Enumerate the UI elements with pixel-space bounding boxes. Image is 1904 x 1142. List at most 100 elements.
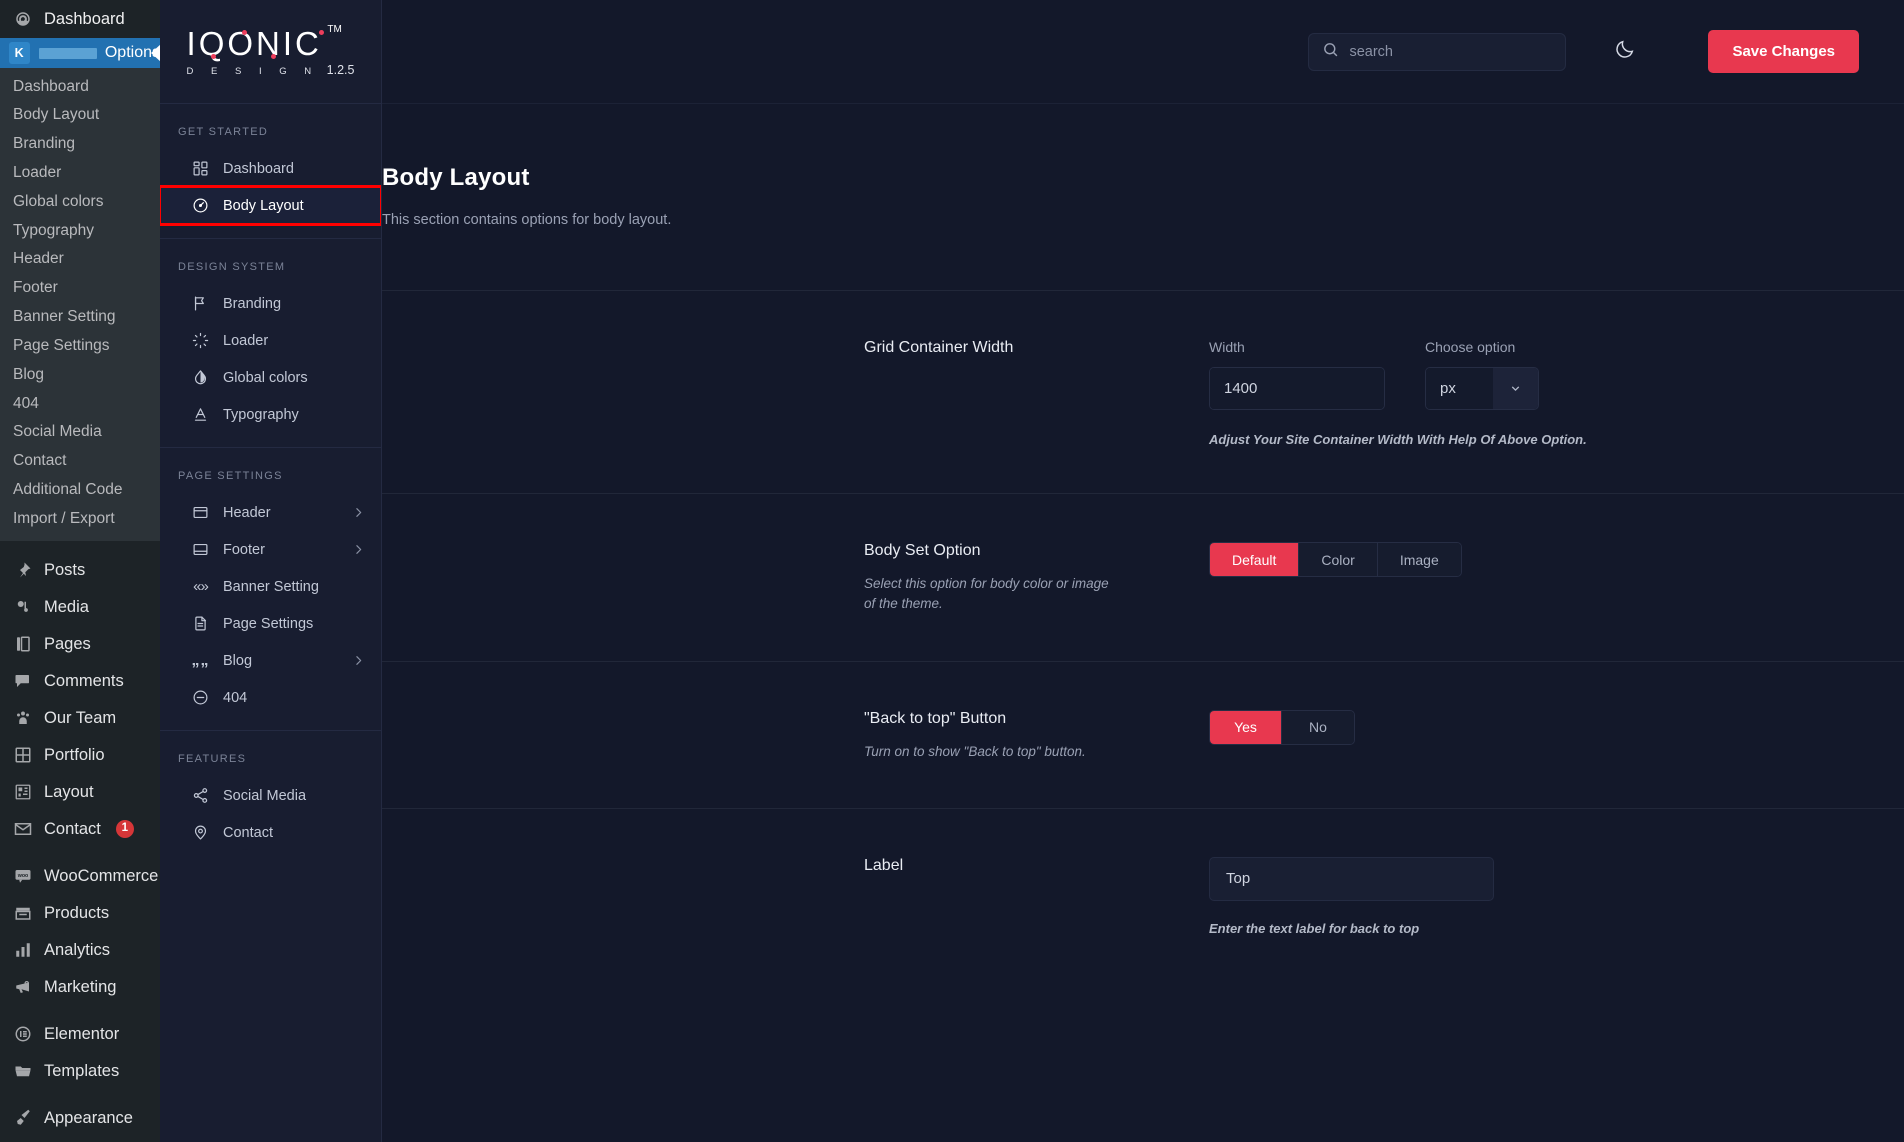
options-submenu-item[interactable]: Social Media	[0, 418, 160, 447]
back-to-top-label: "Back to top" Button	[864, 709, 1007, 727]
share-icon	[192, 787, 209, 804]
iqonic-options-panel: IQONIC TM D E S I G N 1.2.5 GET STARTED D…	[160, 0, 382, 1142]
options-item-page-settings[interactable]: Page Settings	[160, 605, 381, 642]
sidebar-item-portfolio[interactable]: Portfolio	[0, 736, 160, 773]
options-submenu-item[interactable]: Additional Code	[0, 476, 160, 505]
sidebar-item-label: Our Team	[44, 708, 117, 727]
options-item-contact[interactable]: Contact	[160, 814, 381, 851]
options-item-social-media[interactable]: Social Media	[160, 777, 381, 814]
sidebar-item-options[interactable]: K Options	[0, 38, 160, 68]
segment-option-color[interactable]: Color	[1299, 543, 1378, 576]
logo-subtitle: D E S I G N	[186, 65, 319, 77]
options-group: FEATURES Social Media Contact	[160, 731, 381, 865]
back-to-top-label-input[interactable]	[1209, 856, 1494, 901]
options-submenu-item[interactable]: Global colors	[0, 187, 160, 216]
sidebar-group-system: Appearance Plugins1	[0, 1099, 160, 1142]
options-item-blog[interactable]: „„ Blog	[160, 642, 381, 679]
options-submenu-item[interactable]: Contact	[0, 447, 160, 476]
options-item-label: Contact	[223, 824, 273, 841]
options-item-branding[interactable]: Branding	[160, 285, 381, 322]
options-item-404[interactable]: 404	[160, 679, 381, 716]
search-box[interactable]	[1308, 32, 1567, 71]
sidebar-divider-4	[0, 1089, 160, 1099]
sidebar-item-contact[interactable]: Contact 1	[0, 810, 160, 847]
sidebar-item-our-team[interactable]: Our Team	[0, 699, 160, 736]
body-set-option-group[interactable]: Default Color Image	[1209, 542, 1462, 577]
unit-select-group[interactable]: px	[1425, 367, 1539, 410]
options-item-body-layout[interactable]: Body Layout	[160, 185, 381, 226]
sidebar-item-layout[interactable]: Layout	[0, 773, 160, 810]
options-submenu-item[interactable]: Body Layout	[0, 101, 160, 130]
segment-option-yes[interactable]: Yes	[1210, 710, 1282, 744]
options-group-title: PAGE SETTINGS	[178, 470, 283, 482]
segment-option-default[interactable]: Default	[1210, 543, 1300, 576]
unit-select-value: px	[1426, 368, 1493, 409]
back-to-top-toggle-group[interactable]: Yes No	[1209, 709, 1355, 745]
sidebar-item-products[interactable]: Products	[0, 894, 160, 931]
chevron-right-icon[interactable]	[352, 654, 365, 667]
sidebar-item-label: Appearance	[44, 1108, 133, 1127]
layout-icon	[13, 782, 33, 802]
options-nav: GET STARTED Dashboard Body Layout DESIGN SY…	[160, 104, 381, 865]
sidebar-divider-3	[0, 1005, 160, 1015]
options-submenu-item[interactable]: Blog	[0, 360, 160, 389]
options-group: PAGE SETTINGS Header Footer «» Banner Settin…	[160, 448, 381, 731]
options-item-global-colors[interactable]: Global colors	[160, 359, 381, 396]
options-item-label: 404	[223, 689, 248, 706]
pin-icon	[13, 560, 33, 580]
options-submenu-item[interactable]: Banner Setting	[0, 303, 160, 332]
chevron-right-icon[interactable]	[352, 543, 365, 556]
options-submenu-item[interactable]: Footer	[0, 274, 160, 303]
options-submenu-item[interactable]: Branding	[0, 130, 160, 159]
options-submenu-item[interactable]: Page Settings	[0, 331, 160, 360]
options-item-footer[interactable]: Footer	[160, 531, 381, 568]
search-icon	[1322, 41, 1339, 63]
sidebar-item-label: Comments	[44, 671, 124, 690]
chevron-down-icon[interactable]	[1493, 368, 1538, 409]
save-changes-button[interactable]: Save Changes	[1708, 30, 1859, 73]
width-input[interactable]	[1210, 368, 1384, 409]
sidebar-item-pages[interactable]: Pages	[0, 625, 160, 662]
options-item-loader[interactable]: Loader	[160, 322, 381, 359]
options-item-label: Footer	[223, 541, 265, 558]
sidebar-item-templates[interactable]: Templates	[0, 1052, 160, 1089]
options-submenu-item[interactable]: 404	[0, 389, 160, 418]
folder-icon	[13, 1061, 33, 1081]
options-submenu-item[interactable]: Dashboard	[0, 72, 160, 101]
unit-field-label: Choose option	[1425, 339, 1516, 355]
sidebar-divider-2	[0, 847, 160, 857]
sidebar-item-posts[interactable]: Posts	[0, 551, 160, 588]
sidebar-item-analytics[interactable]: Analytics	[0, 931, 160, 968]
sidebar-item-label: Analytics	[44, 940, 111, 959]
sidebar-item-plugins[interactable]: Plugins1	[0, 1136, 160, 1142]
options-item-label: Blog	[223, 652, 253, 669]
options-item-dashboard[interactable]: Dashboard	[160, 150, 381, 187]
search-input[interactable]	[1349, 43, 1553, 60]
spinner-icon	[192, 332, 209, 349]
logo-brand-label: IQONIC	[186, 24, 322, 62]
label-field-note: Enter the text label for back to top	[1209, 920, 1420, 936]
sidebar-item-dashboard[interactable]: Dashboard	[0, 0, 160, 38]
segment-option-no[interactable]: No	[1282, 710, 1354, 744]
options-item-header[interactable]: Header	[160, 494, 381, 531]
width-input-group[interactable]: ↔	[1209, 367, 1385, 410]
chevron-right-icon[interactable]	[352, 506, 365, 519]
options-submenu-item[interactable]: Header	[0, 245, 160, 274]
options-item-banner-setting[interactable]: «» Banner Setting	[160, 568, 381, 605]
options-submenu-item[interactable]: Import / Export	[0, 504, 160, 533]
grid-icon	[13, 745, 33, 765]
segment-option-image[interactable]: Image	[1377, 543, 1461, 576]
sidebar-item-label: Products	[44, 903, 110, 922]
sidebar-item-marketing[interactable]: Marketing	[0, 968, 160, 1005]
sidebar-item-appearance[interactable]: Appearance	[0, 1099, 160, 1136]
sidebar-item-elementor[interactable]: Elementor	[0, 1015, 160, 1052]
sidebar-item-media[interactable]: Media	[0, 588, 160, 625]
products-icon	[13, 903, 33, 923]
options-submenu-item[interactable]: Typography	[0, 216, 160, 245]
options-item-typography[interactable]: Typography	[160, 396, 381, 433]
dark-mode-toggle[interactable]	[1594, 38, 1656, 65]
options-submenu-item[interactable]: Loader	[0, 158, 160, 187]
letter-a-icon	[192, 406, 209, 423]
sidebar-item-woocommerce[interactable]: woo WooCommerce	[0, 857, 160, 894]
sidebar-item-comments[interactable]: Comments	[0, 662, 160, 699]
